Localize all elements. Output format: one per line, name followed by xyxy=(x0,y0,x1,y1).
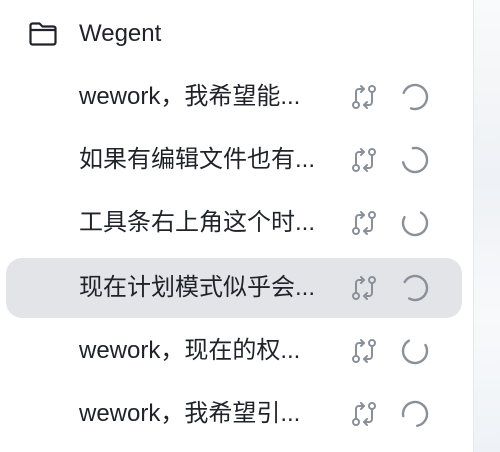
folder-label: Wegent xyxy=(79,20,162,47)
loading-spinner-icon xyxy=(401,83,429,111)
folder-icon xyxy=(29,22,57,46)
loading-spinner-icon xyxy=(401,209,429,237)
conversation-item[interactable]: 工具条右上角这个时... xyxy=(6,193,462,253)
conversation-title: wework，我希望引... xyxy=(79,400,301,427)
git-compare-icon[interactable] xyxy=(350,209,378,237)
conversation-item-active[interactable]: 现在计划模式似乎会... xyxy=(6,258,462,318)
git-compare-icon[interactable] xyxy=(350,83,378,111)
git-compare-icon[interactable] xyxy=(350,274,378,302)
git-compare-icon[interactable] xyxy=(350,146,378,174)
conversation-title: 现在计划模式似乎会... xyxy=(79,274,316,301)
loading-spinner-icon xyxy=(401,274,429,302)
conversation-title: 如果有编辑文件也有... xyxy=(79,146,316,173)
folder-row-wegent[interactable]: Wegent xyxy=(0,12,460,56)
loading-spinner-icon xyxy=(401,146,429,174)
conversation-title: 工具条右上角这个时... xyxy=(79,209,316,236)
git-compare-icon[interactable] xyxy=(350,400,378,428)
conversation-title: wework，现在的权... xyxy=(79,337,301,364)
conversation-item[interactable]: wework，现在的权... xyxy=(6,321,462,381)
conversation-item[interactable]: 如果有编辑文件也有... xyxy=(6,130,462,190)
conversation-item[interactable]: wework，我希望能... xyxy=(6,67,462,127)
sidebar-panel: Wegent wework，我希望能... 如果有编辑文件也有... 工具条右上… xyxy=(0,0,474,452)
conversation-title: wework，我希望能... xyxy=(79,83,301,110)
content-pane-edge xyxy=(473,0,500,452)
conversation-item[interactable]: wework，我希望引... xyxy=(6,384,462,444)
loading-spinner-icon xyxy=(401,337,429,365)
git-compare-icon[interactable] xyxy=(350,337,378,365)
loading-spinner-icon xyxy=(401,400,429,428)
